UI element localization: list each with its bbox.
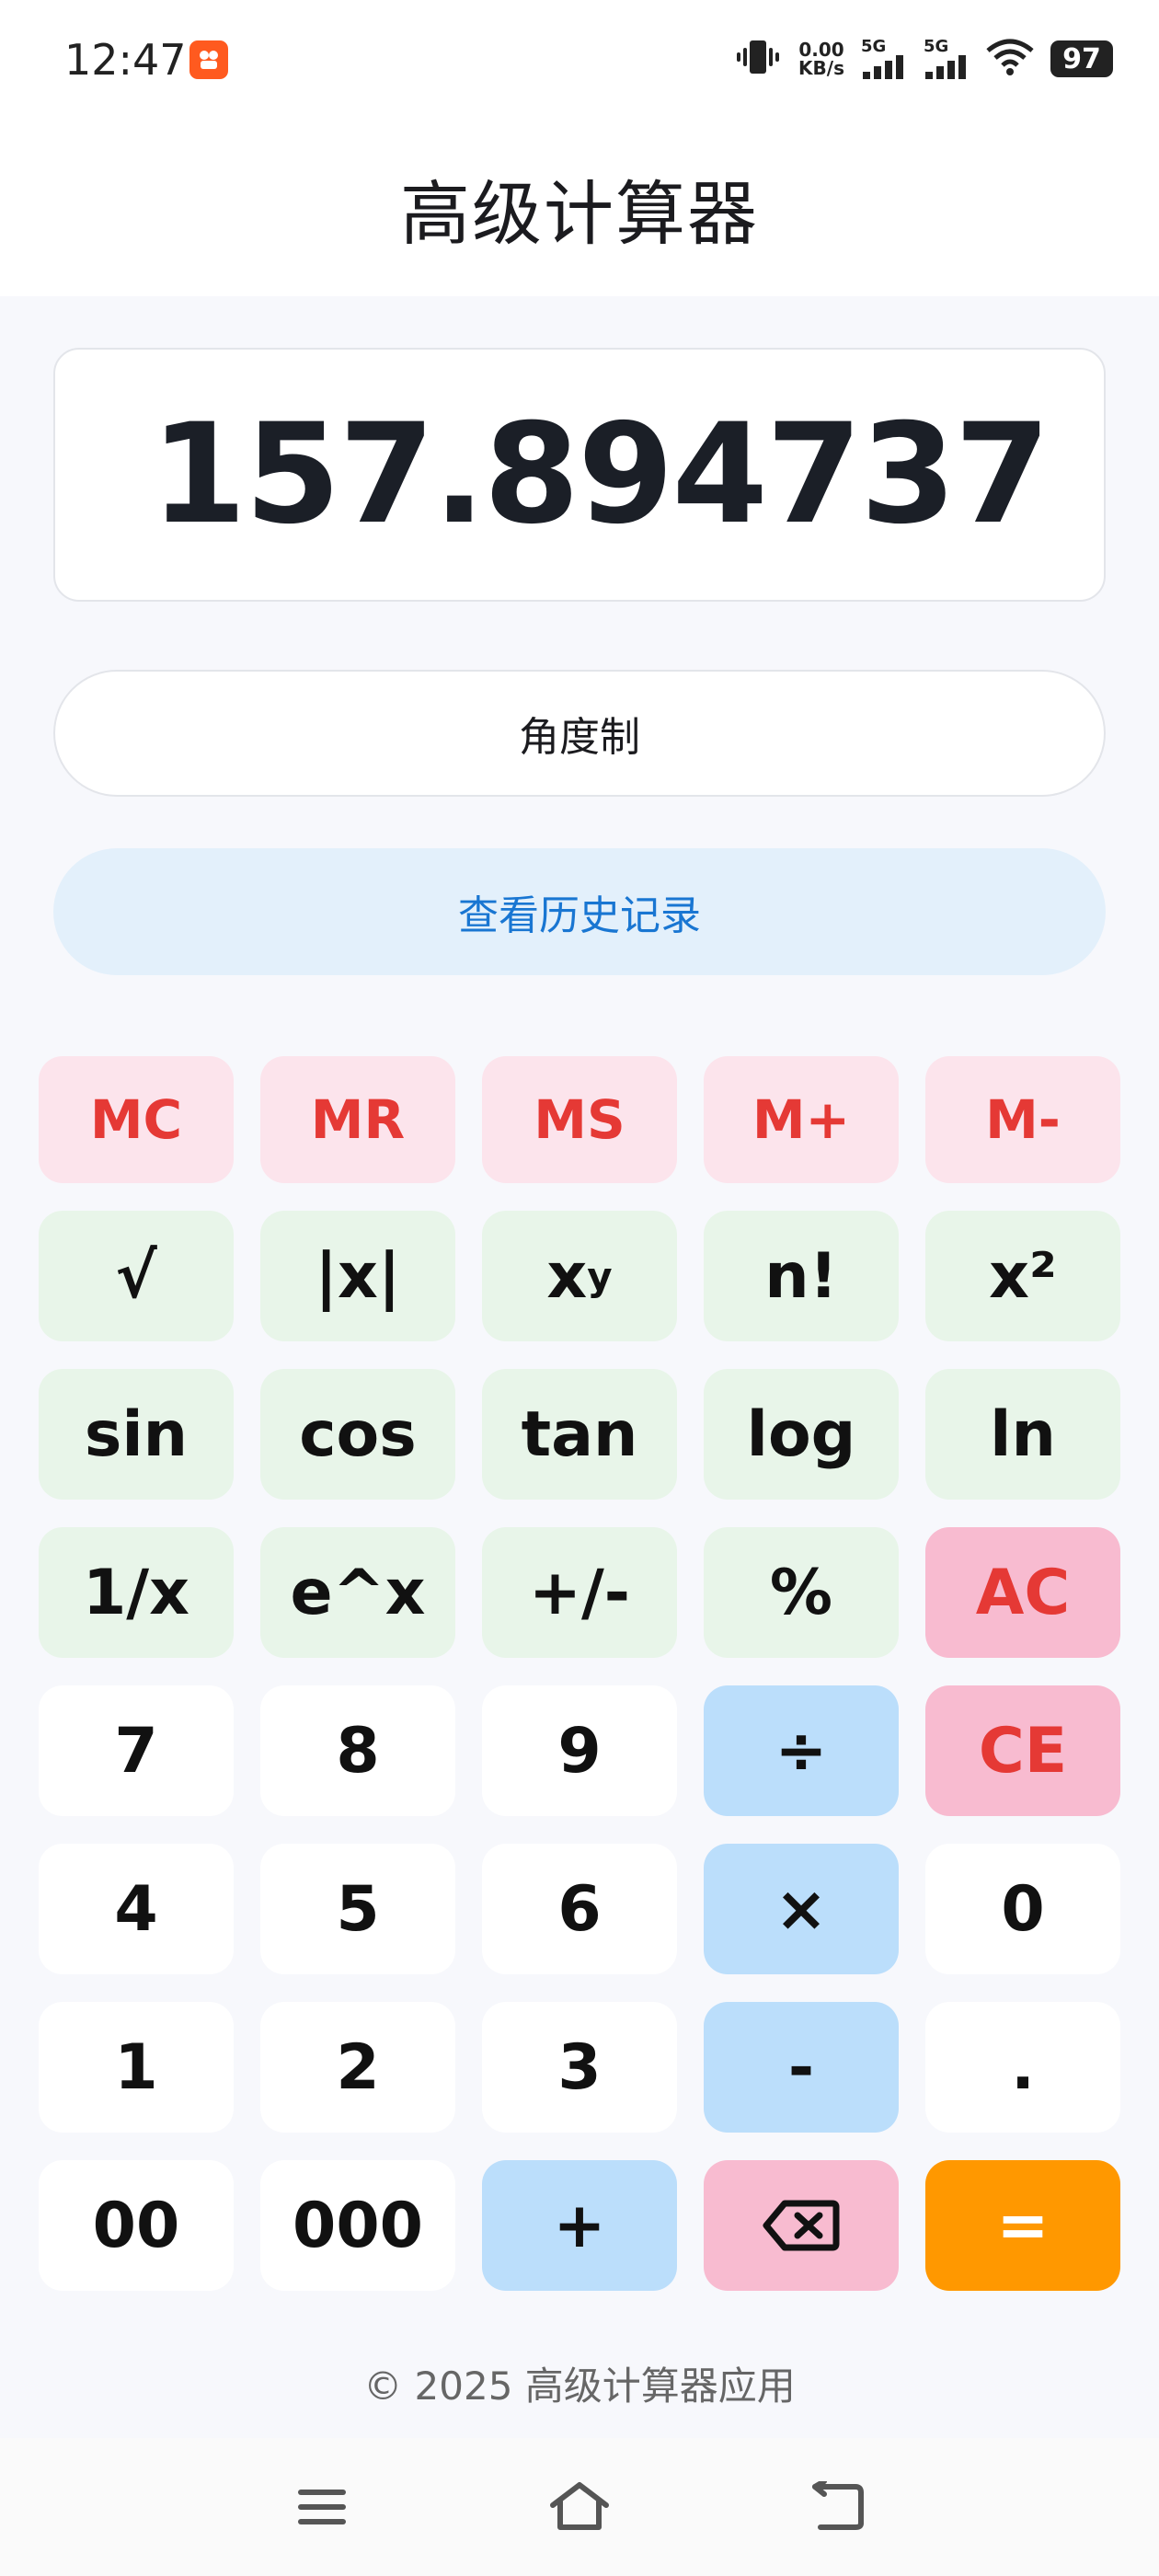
cos-button[interactable]: cos <box>260 1369 455 1500</box>
menu-button[interactable] <box>285 2475 359 2539</box>
digit-8-button[interactable]: 8 <box>260 1685 455 1816</box>
digit-0-button[interactable]: 0 <box>925 1844 1120 1974</box>
memory-clear-button[interactable]: MC <box>39 1056 234 1183</box>
status-time: 12:47 <box>64 35 187 85</box>
triple-zero-button[interactable]: 000 <box>260 2160 455 2291</box>
multiply-button[interactable]: × <box>704 1844 899 1974</box>
signal-bars-icon <box>925 55 966 79</box>
digit-5-button[interactable]: 5 <box>260 1844 455 1974</box>
vibrate-icon <box>734 37 782 81</box>
log-button[interactable]: log <box>704 1369 899 1500</box>
digit-7-button[interactable]: 7 <box>39 1685 234 1816</box>
signal-label-2: 5G <box>924 37 949 56</box>
negate-button[interactable]: +/- <box>482 1527 677 1658</box>
angle-mode-button[interactable]: 角度制 <box>53 670 1106 797</box>
backspace-button[interactable] <box>704 2160 899 2291</box>
back-button[interactable] <box>800 2475 874 2539</box>
tan-button[interactable]: tan <box>482 1369 677 1500</box>
power-base: x <box>546 1239 588 1313</box>
digit-2-button[interactable]: 2 <box>260 2002 455 2133</box>
app-header: 高级计算器 <box>0 120 1159 296</box>
square-button[interactable]: x² <box>925 1211 1120 1341</box>
network-speed: 0.00 KB/s <box>798 40 844 77</box>
subtract-button[interactable]: - <box>704 2002 899 2133</box>
percent-button[interactable]: % <box>704 1527 899 1658</box>
digit-4-button[interactable]: 4 <box>39 1844 234 1974</box>
menu-icon <box>298 2490 346 2524</box>
signal-strength-1: 5G <box>861 39 907 79</box>
copyright-footer: © 2025 高级计算器应用 <box>363 2363 796 2409</box>
system-navigation-bar <box>0 2438 1159 2576</box>
double-zero-button[interactable]: 00 <box>39 2160 234 2291</box>
clear-entry-button[interactable]: CE <box>925 1685 1120 1816</box>
net-speed-unit: KB/s <box>798 57 844 79</box>
result-display: 157.894737 <box>53 348 1106 602</box>
back-icon <box>812 2481 864 2530</box>
memory-recall-button[interactable]: MR <box>260 1056 455 1183</box>
reciprocal-button[interactable]: 1/x <box>39 1527 234 1658</box>
equals-button[interactable]: = <box>925 2160 1120 2291</box>
abs-button[interactable]: |x| <box>260 1211 455 1341</box>
display-value: 157.894737 <box>150 395 1050 555</box>
all-clear-button[interactable]: AC <box>925 1527 1120 1658</box>
signal-label-1: 5G <box>861 37 887 56</box>
home-button[interactable] <box>543 2475 616 2539</box>
add-button[interactable]: + <box>482 2160 677 2291</box>
memory-store-button[interactable]: MS <box>482 1056 677 1183</box>
ln-button[interactable]: ln <box>925 1369 1120 1500</box>
memory-add-button[interactable]: M+ <box>704 1056 899 1183</box>
sin-button[interactable]: sin <box>39 1369 234 1500</box>
status-indicators: 0.00 KB/s 5G 5G 97 <box>734 33 1113 85</box>
backspace-icon <box>763 2200 840 2251</box>
wifi-icon <box>986 38 1034 80</box>
app-notification-icon <box>189 40 228 79</box>
sqrt-button[interactable]: √ <box>39 1211 234 1341</box>
digit-9-button[interactable]: 9 <box>482 1685 677 1816</box>
home-icon <box>550 2482 609 2530</box>
status-bar: 12:47 0.00 KB/s 5G 5G 97 <box>0 0 1159 120</box>
power-exponent: y <box>587 1253 613 1299</box>
decimal-button[interactable]: . <box>925 2002 1120 2133</box>
digit-1-button[interactable]: 1 <box>39 2002 234 2133</box>
page-title: 高级计算器 <box>400 173 759 255</box>
memory-subtract-button[interactable]: M- <box>925 1056 1120 1183</box>
digit-6-button[interactable]: 6 <box>482 1844 677 1974</box>
digit-3-button[interactable]: 3 <box>482 2002 677 2133</box>
view-history-button[interactable]: 查看历史记录 <box>53 848 1106 975</box>
power-button[interactable]: xy <box>482 1211 677 1341</box>
divide-button[interactable]: ÷ <box>704 1685 899 1816</box>
net-speed-value: 0.00 <box>798 39 844 61</box>
battery-indicator: 97 <box>1050 40 1113 77</box>
signal-strength-2: 5G <box>924 39 970 79</box>
exp-button[interactable]: e^x <box>260 1527 455 1658</box>
factorial-button[interactable]: n! <box>704 1211 899 1341</box>
signal-bars-icon <box>863 55 903 79</box>
